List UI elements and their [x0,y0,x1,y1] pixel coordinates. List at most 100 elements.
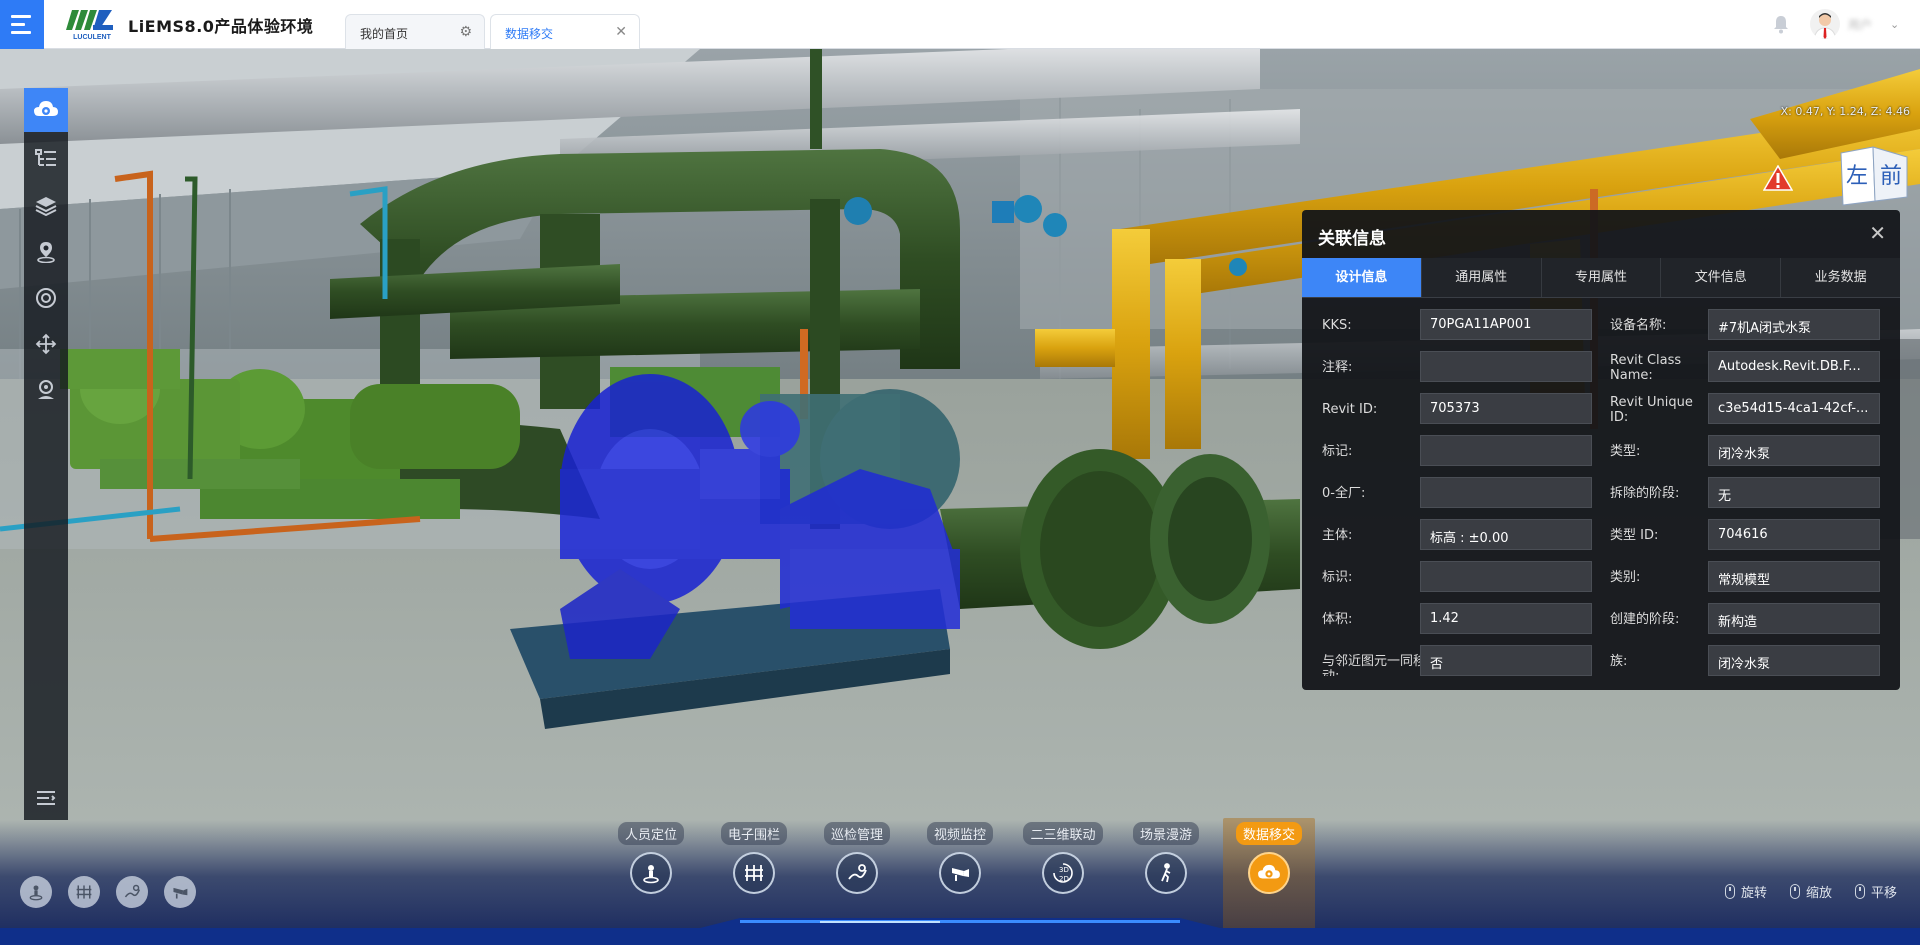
collapse-menu-icon [37,791,56,805]
hint-label: 平移 [1871,886,1898,901]
property-label: 类型 ID: [1610,528,1659,543]
toolbar-location-button[interactable] [24,230,68,274]
property-row: 体积: 1.42 创建的阶段: 新构造 [1302,603,1900,645]
toolbar-tree-button[interactable] [24,136,68,180]
close-icon[interactable]: ✕ [615,24,627,40]
move-arrows-icon [35,333,57,355]
property-label: 体积: [1322,612,1353,627]
property-value: 70PGA11AP001 [1420,309,1592,340]
toolbar-collapse-button[interactable] [24,776,68,820]
module-label: 场景漫游 [1132,822,1199,845]
property-row: 与邻近图元一同移动: 否 族: 闭冷水泵 [1302,645,1900,685]
tab-data-transfer[interactable]: 数据移交 ✕ [490,14,640,49]
app-title: LiEMS8.0产品体验环境 [128,17,314,36]
property-value: c3e54d15-4ca1-42cf-... [1708,393,1880,424]
module-label: 人员定位 [617,822,684,845]
camera-icon [939,852,981,894]
tree-list-icon [35,149,56,166]
tab-design-info[interactable]: 设计信息 [1302,258,1422,297]
viewcube-face-front[interactable]: 前 [1880,164,1902,189]
mouse-icon [1725,884,1735,899]
module-inspection[interactable]: 巡检管理 [811,818,903,926]
top-bar: LUCULENT LiEMS8.0产品体验环境 我的首页 ⚙ 数据移交 ✕ 用户… [0,0,1920,49]
username[interactable]: 用户 [1848,16,1872,33]
property-value: 否 [1420,645,1592,676]
property-value [1420,435,1592,466]
module-e-fence[interactable]: 电子围栏 [708,818,800,926]
camera-icon [173,887,188,899]
property-value [1420,561,1592,592]
module-label: 二三维联动 [1023,822,1103,845]
quick-camera-button[interactable] [164,876,196,908]
map-marker-icon [38,380,54,399]
hint-pan: 平移 [1855,882,1897,901]
property-label: 主体: [1322,528,1353,543]
property-label: Revit ID: [1322,402,1378,417]
gear-icon[interactable]: ⚙ [459,24,472,40]
property-label: 与邻近图元一同移动: [1322,654,1426,676]
quick-inspection-button[interactable] [116,876,148,908]
tab-special-props[interactable]: 专用属性 [1541,258,1662,297]
module-scene-roam[interactable]: 场景漫游 [1120,818,1212,926]
property-label: 设备名称: [1610,318,1667,333]
property-value: 无 [1708,477,1880,508]
property-value: 闭冷水泵 [1708,645,1880,676]
property-label: 注释: [1322,360,1353,375]
hint-label: 旋转 [1741,886,1768,901]
person-locate-icon [630,852,672,894]
toolbar-move-button[interactable] [24,322,68,366]
module-label: 视频监控 [926,822,993,845]
cloud-data-icon [34,101,58,116]
module-label: 数据移交 [1235,822,1302,845]
toolbar-marker-button[interactable] [24,368,68,412]
avatar[interactable] [1810,9,1840,39]
svg-text:3D: 3D [1059,866,1069,874]
camera-coordinates: X: 0.47, Y: 1.24, Z: 4.46 [1780,105,1910,118]
fence-icon [76,885,92,899]
module-person-locate[interactable]: 人员定位 [605,818,697,926]
inspection-icon [836,852,878,894]
target-icon [36,288,56,308]
property-label: 标识: [1322,570,1353,585]
module-data-transfer[interactable]: 数据移交 [1223,818,1315,928]
hint-zoom: 缩放 [1790,882,1832,901]
property-value: 705373 [1420,393,1592,424]
property-row: 标识: 类别: 常规模型 [1302,561,1900,603]
toolbar-layers-button[interactable] [24,184,68,228]
related-info-panel: 关联信息 ✕ 设计信息 通用属性 专用属性 文件信息 业务数据 KKS: 70P… [1302,210,1900,690]
viewcube[interactable]: 左 前 [1835,145,1909,207]
module-video[interactable]: 视频监控 [914,818,1006,926]
tab-general-props[interactable]: 通用属性 [1421,258,1542,297]
person-locate-icon [29,885,43,901]
property-label: 创建的阶段: [1610,612,1680,627]
2d3d-icon: 3D 2D [1042,852,1084,894]
tab-file-info[interactable]: 文件信息 [1661,258,1782,297]
toolbar-cloud-data-button[interactable] [24,88,68,132]
property-row: 0-全厂: 拆除的阶段: 无 [1302,477,1900,519]
property-value: 标高 : ±0.00 [1420,519,1592,550]
tab-business-data[interactable]: 业务数据 [1781,258,1900,297]
hamburger-menu-button[interactable] [0,0,44,49]
property-label: 类型: [1610,444,1641,459]
quick-person-locate-button[interactable] [20,876,52,908]
property-row: 注释: Revit Class Name: Autodesk.Revit.DB.… [1302,351,1900,393]
property-label: 类别: [1610,570,1641,585]
module-2d3d[interactable]: 二三维联动 3D 2D [1017,818,1109,926]
cloud-data-icon [1248,852,1290,894]
svg-text:2D: 2D [1059,875,1069,883]
warning-icon[interactable] [1763,165,1793,191]
quick-fence-button[interactable] [68,876,100,908]
close-icon[interactable]: ✕ [1869,221,1886,245]
layers-icon [35,197,57,216]
chevron-down-icon[interactable]: ⌄ [1890,18,1899,31]
property-value: 1.42 [1420,603,1592,634]
property-value [1420,351,1592,382]
bell-icon[interactable] [1772,14,1790,34]
tab-data-transfer-label: 数据移交 [505,27,554,41]
fence-icon [733,852,775,894]
toolbar-target-button[interactable] [24,276,68,320]
module-label: 巡检管理 [823,822,890,845]
tab-home[interactable]: 我的首页 ⚙ [345,14,485,49]
panel-tabs: 设计信息 通用属性 专用属性 文件信息 业务数据 [1302,258,1900,298]
viewcube-face-left[interactable]: 左 [1846,164,1868,189]
